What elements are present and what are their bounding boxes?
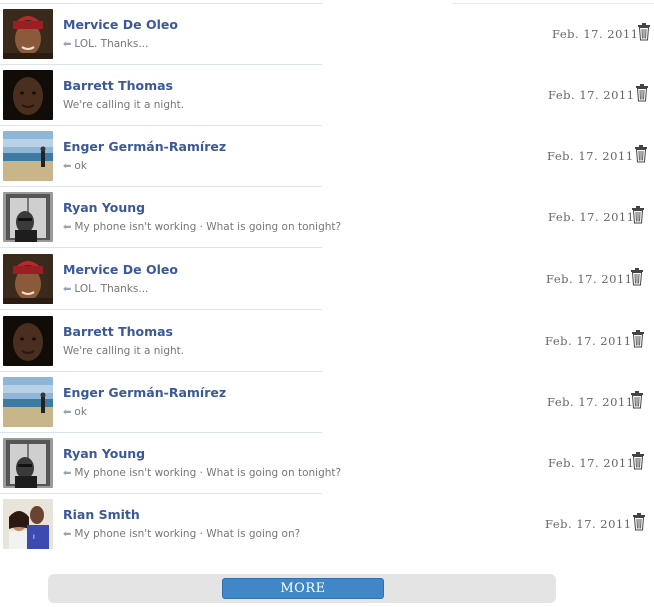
snippet-text: LOL. Thanks... xyxy=(74,38,149,50)
sender-name-link[interactable]: Barrett Thomas xyxy=(63,324,173,339)
message-snippet: We're calling it a night. xyxy=(63,345,184,357)
sender-name-link[interactable]: Enger Germán-Ramírez xyxy=(63,139,226,154)
more-button[interactable]: MORE xyxy=(222,578,384,599)
reply-arrow-icon: ⬅ xyxy=(63,529,72,540)
avatar[interactable] xyxy=(3,254,53,304)
message-snippet: ⬅ My phone isn't working · What is going … xyxy=(63,221,341,233)
snippet-text: My phone isn't working · What is going o… xyxy=(74,528,301,540)
message-row[interactable]: I Rian Smith ⬅ My phone isn't working · Wha… xyxy=(0,493,654,554)
reply-arrow-icon: ⬅ xyxy=(63,468,72,479)
avatar[interactable] xyxy=(3,316,53,366)
avatar[interactable] xyxy=(3,377,53,427)
sender-name-link[interactable]: Mervice De Oleo xyxy=(63,262,178,277)
message-date: Feb. 17. 2011 xyxy=(548,88,635,102)
trash-icon[interactable] xyxy=(632,513,646,531)
message-date: Feb. 17. 2011 xyxy=(545,334,632,348)
avatar[interactable] xyxy=(3,131,53,181)
message-date: Feb. 17. 2011 xyxy=(547,395,634,409)
trash-icon[interactable] xyxy=(634,145,648,163)
trash-icon[interactable] xyxy=(630,268,644,286)
snippet-text: We're calling it a night. xyxy=(63,345,185,357)
message-row[interactable]: Mervice De Oleo ⬅ LOL. Thanks... Feb. 17. 2… xyxy=(0,3,654,64)
avatar[interactable]: I xyxy=(3,499,53,549)
trash-icon[interactable] xyxy=(635,84,649,102)
message-snippet: ⬅ ok xyxy=(63,406,87,418)
avatar[interactable] xyxy=(3,192,53,242)
message-row[interactable]: Mervice De Oleo ⬅ LOL. Thanks... Feb. 17. 2… xyxy=(0,248,654,309)
message-row[interactable]: Ryan Young ⬅ My phone isn't working · What… xyxy=(0,432,654,493)
message-row[interactable]: Barrett Thomas We're calling it a night. F… xyxy=(0,64,654,125)
svg-text:I: I xyxy=(33,534,35,541)
sender-name-link[interactable]: Mervice De Oleo xyxy=(63,17,178,32)
snippet-text: ok xyxy=(74,406,87,418)
message-row[interactable]: Enger Germán-Ramírez ⬅ ok Feb. 17. 2011 xyxy=(0,125,654,186)
snippet-text: We're calling it a night. xyxy=(63,99,185,111)
snippet-text: My phone isn't working · What is going o… xyxy=(74,221,342,233)
sender-name-link[interactable]: Barrett Thomas xyxy=(63,78,173,93)
avatar[interactable] xyxy=(3,70,53,120)
row-divider xyxy=(0,3,322,4)
message-date: Feb. 17. 2011 xyxy=(548,210,635,224)
trash-icon[interactable] xyxy=(631,330,645,348)
avatar[interactable] xyxy=(3,438,53,488)
sender-name-link[interactable]: Ryan Young xyxy=(63,446,145,461)
snippet-text: LOL. Thanks... xyxy=(74,283,149,295)
message-date: Feb. 17. 2011 xyxy=(548,456,635,470)
reply-arrow-icon: ⬅ xyxy=(63,222,72,233)
message-date: Feb. 17. 2011 xyxy=(552,27,639,41)
reply-arrow-icon: ⬅ xyxy=(63,39,72,50)
sender-name-link[interactable]: Rian Smith xyxy=(63,507,140,522)
message-date: Feb. 17. 2011 xyxy=(547,149,634,163)
sender-name-link[interactable]: Ryan Young xyxy=(63,200,145,215)
message-snippet: ⬅ ok xyxy=(63,160,87,172)
more-bar: MORE xyxy=(48,574,556,603)
message-snippet: ⬅ LOL. Thanks... xyxy=(63,283,148,295)
trash-icon[interactable] xyxy=(631,206,645,224)
avatar[interactable] xyxy=(3,9,53,59)
message-snippet: We're calling it a night. xyxy=(63,99,184,111)
sender-name-link[interactable]: Enger Germán-Ramírez xyxy=(63,385,226,400)
trash-icon[interactable] xyxy=(631,452,645,470)
message-snippet: ⬅ My phone isn't working · What is going … xyxy=(63,528,300,540)
trash-icon[interactable] xyxy=(637,23,651,41)
message-snippet: ⬅ My phone isn't working · What is going … xyxy=(63,467,341,479)
trash-icon[interactable] xyxy=(630,391,644,409)
message-row[interactable]: Barrett Thomas We're calling it a night. F… xyxy=(0,310,654,371)
reply-arrow-icon: ⬅ xyxy=(63,161,72,172)
reply-arrow-icon: ⬅ xyxy=(63,407,72,418)
row-divider xyxy=(452,3,654,4)
message-snippet: ⬅ LOL. Thanks... xyxy=(63,38,148,50)
message-date: Feb. 17. 2011 xyxy=(546,272,633,286)
message-row[interactable]: Enger Germán-Ramírez ⬅ ok Feb. 17. 2011 xyxy=(0,371,654,432)
snippet-text: My phone isn't working · What is going o… xyxy=(74,467,342,479)
snippet-text: ok xyxy=(74,160,87,172)
message-date: Feb. 17. 2011 xyxy=(545,517,632,531)
message-row[interactable]: Ryan Young ⬅ My phone isn't working · What… xyxy=(0,186,654,247)
reply-arrow-icon: ⬅ xyxy=(63,284,72,295)
